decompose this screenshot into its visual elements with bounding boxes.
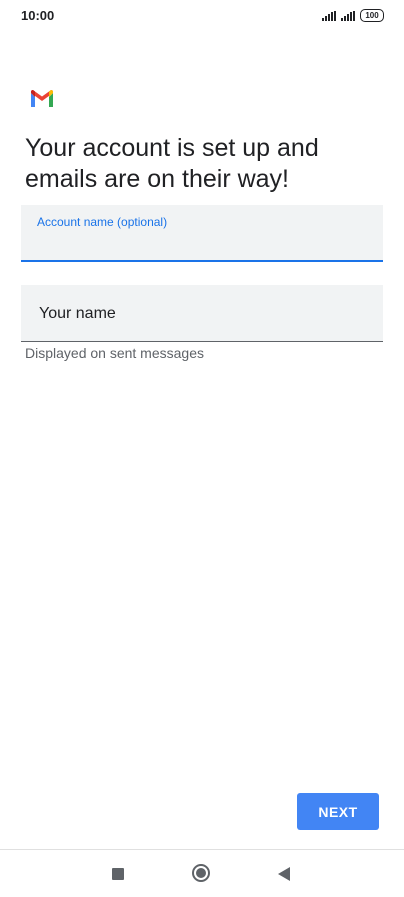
- your-name-helper-text: Displayed on sent messages: [25, 345, 204, 361]
- back-icon[interactable]: [278, 867, 290, 881]
- page-title: Your account is set up and emails are on…: [25, 134, 319, 193]
- your-name-field[interactable]: [21, 285, 383, 342]
- gmail-logo-icon: [31, 90, 53, 107]
- recents-icon[interactable]: [112, 868, 124, 880]
- signal-icon: [322, 10, 336, 21]
- your-name-input[interactable]: [37, 302, 361, 326]
- system-navigation-bar: [0, 850, 404, 897]
- account-name-label: Account name (optional): [37, 215, 168, 229]
- signal-icon: [341, 10, 355, 21]
- status-icons: 100: [322, 9, 384, 22]
- status-bar: 10:00 100: [0, 0, 404, 32]
- account-name-field[interactable]: Account name (optional): [21, 205, 383, 262]
- next-button[interactable]: NEXT: [297, 793, 379, 830]
- status-time: 10:00: [21, 8, 55, 23]
- home-icon[interactable]: [192, 864, 210, 882]
- account-name-input[interactable]: [37, 233, 361, 255]
- battery-icon: 100: [360, 9, 384, 22]
